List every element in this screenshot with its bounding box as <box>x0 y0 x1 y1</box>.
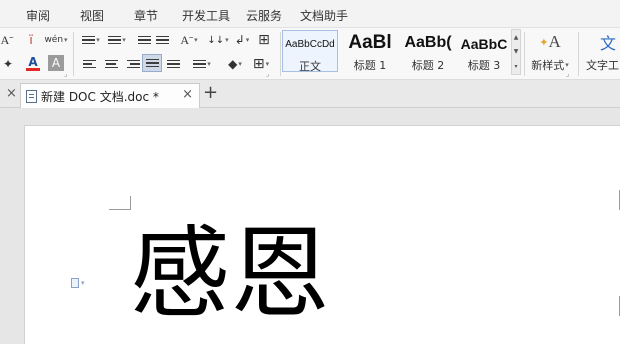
document-tab[interactable]: 新建 DOC 文档.doc * × <box>20 83 200 108</box>
clear-format-button[interactable]: ï <box>20 31 42 49</box>
decrease-indent-button[interactable] <box>136 31 152 49</box>
highlighter-icon: ✦ <box>2 57 14 71</box>
eraser-icon: ï <box>29 33 33 47</box>
ribbon-separator <box>73 32 74 76</box>
style-heading-1-preview: AaBl <box>348 32 392 53</box>
line-spacing-button[interactable]: ▾ <box>190 55 214 73</box>
align-left-icon <box>82 58 96 70</box>
decrease-indent-icon <box>137 34 151 46</box>
ribbon-separator <box>280 32 281 76</box>
paragraph-dialog-launcher-icon[interactable]: ⌟ <box>266 70 269 78</box>
increase-indent-button[interactable] <box>154 31 170 49</box>
distribute-button[interactable] <box>164 55 182 73</box>
highlight-button[interactable]: ✦ <box>0 55 16 73</box>
style-heading-2-caption: 标题 2 <box>411 59 445 72</box>
font-color-icon: A <box>28 54 38 69</box>
font-color-swatch <box>26 67 40 71</box>
font-color-button[interactable]: A <box>20 53 46 73</box>
document-body-text[interactable]: 感恩 <box>130 224 330 324</box>
align-left-button[interactable] <box>80 55 98 73</box>
align-right-button[interactable] <box>124 55 142 73</box>
style-normal[interactable]: AaBbCcDd 正文 <box>282 30 338 73</box>
style-heading-3-caption: 标题 3 <box>467 59 501 72</box>
font-size-icon: Aˉ <box>180 32 194 47</box>
menu-developer-tools[interactable]: 开发工具 <box>182 7 230 24</box>
document-tab-bar: × 新建 DOC 文档.doc * × + <box>0 80 620 108</box>
document-tab-title: 新建 DOC 文档.doc * <box>41 89 159 104</box>
distribute-icon <box>166 58 180 70</box>
text-tools-label: 文字工 <box>586 59 619 72</box>
close-tab-icon[interactable]: × <box>182 87 193 102</box>
shading-button[interactable]: ◆ ▾ <box>222 55 248 73</box>
sort-icon: ↓↓ <box>207 34 225 46</box>
style-normal-caption: 正文 <box>299 60 321 73</box>
menu-view[interactable]: 视图 <box>80 7 104 24</box>
style-normal-preview: AaBbCcDd <box>285 39 335 50</box>
ribbon-separator <box>524 32 525 76</box>
new-tab-icon[interactable]: + <box>203 82 218 103</box>
align-right-icon <box>126 58 140 70</box>
paint-bucket-icon: ◆ <box>228 57 238 71</box>
numbered-list-icon <box>108 34 122 46</box>
close-all-tabs-icon[interactable]: × <box>6 86 17 101</box>
style-heading-2-preview: AaBb( <box>404 34 452 51</box>
align-center-button[interactable] <box>102 55 120 73</box>
style-heading-3-preview: AaBbC <box>460 36 508 52</box>
new-style-icon: ✦ A <box>539 32 561 51</box>
style-gallery: AaBbCcDd 正文 AaBl 标题 1 AaBb( 标题 2 AaBbC 标… <box>282 30 522 78</box>
text-tools-button[interactable]: 文字工 <box>586 56 620 74</box>
shrink-font-button[interactable]: Aˉ <box>0 31 14 49</box>
style-heading-3[interactable]: AaBbC 标题 3 <box>456 30 512 72</box>
menu-doc-assistant[interactable]: 文档助手 <box>300 7 348 24</box>
document-workspace: ▾ 感恩 <box>0 108 620 344</box>
show-marks-button[interactable]: ↲ ▾ <box>234 31 250 49</box>
justify-button[interactable] <box>142 54 162 72</box>
new-style-label: 新样式 <box>531 59 565 72</box>
char-shading-icon: A <box>51 56 61 70</box>
phonetic-icon: wén <box>44 35 64 45</box>
line-spacing-icon <box>193 58 207 70</box>
paragraph-mark-icon: ↲ <box>234 33 245 47</box>
style-heading-1-caption: 标题 1 <box>353 59 387 72</box>
shrink-font-icon: Aˉ <box>0 32 14 47</box>
ribbon-toolbar: Aˉ ï wén ▾ ▾ ▾ Aˉ ▾ ↓↓ ▾ ↲ ▾ ⊞ ✦ A A ⌟ ▾… <box>0 28 620 80</box>
table-icon: ⊞ <box>258 32 270 48</box>
scroll-up-icon[interactable]: ▲ <box>514 34 519 41</box>
phonetic-guide-button[interactable]: wén ▾ <box>44 31 68 49</box>
font-size-button[interactable]: Aˉ ▾ <box>176 31 202 49</box>
numbered-list-button[interactable]: ▾ <box>106 31 128 49</box>
document-icon <box>26 89 37 103</box>
document-page[interactable]: ▾ 感恩 <box>24 125 620 344</box>
gallery-expand-icon[interactable]: ▾ <box>514 63 517 70</box>
justify-icon <box>145 57 159 69</box>
char-shading-button[interactable]: A <box>48 55 64 71</box>
align-center-icon <box>104 58 118 70</box>
font-dialog-launcher-icon[interactable]: ⌟ <box>64 70 67 78</box>
margin-corner-mark <box>109 196 131 210</box>
bullet-list-icon <box>82 34 96 46</box>
scroll-down-icon[interactable]: ▼ <box>514 48 519 55</box>
styles-dialog-launcher-icon[interactable]: ⌟ <box>566 70 569 78</box>
table-button[interactable]: ⊞ <box>256 31 272 49</box>
menu-bar: 审阅 视图 章节 开发工具 云服务 文档助手 <box>0 0 620 28</box>
bullet-list-button[interactable]: ▾ <box>80 31 102 49</box>
style-heading-2[interactable]: AaBb( 标题 2 <box>400 30 456 72</box>
menu-review[interactable]: 审阅 <box>26 7 50 24</box>
menu-chapter[interactable]: 章节 <box>134 7 158 24</box>
ribbon-separator <box>578 32 579 76</box>
borders-icon: ⊞ <box>252 56 265 72</box>
text-tools-icon: 文 <box>599 34 616 53</box>
style-heading-1[interactable]: AaBl 标题 1 <box>342 30 398 72</box>
increase-indent-icon <box>155 34 169 46</box>
menu-cloud-services[interactable]: 云服务 <box>246 7 282 24</box>
paragraph-handle-icon[interactable]: ▾ <box>71 278 85 288</box>
sort-button[interactable]: ↓↓ ▾ <box>206 31 230 49</box>
style-gallery-scroll[interactable]: ▲ ▼ ▾ <box>511 29 521 75</box>
